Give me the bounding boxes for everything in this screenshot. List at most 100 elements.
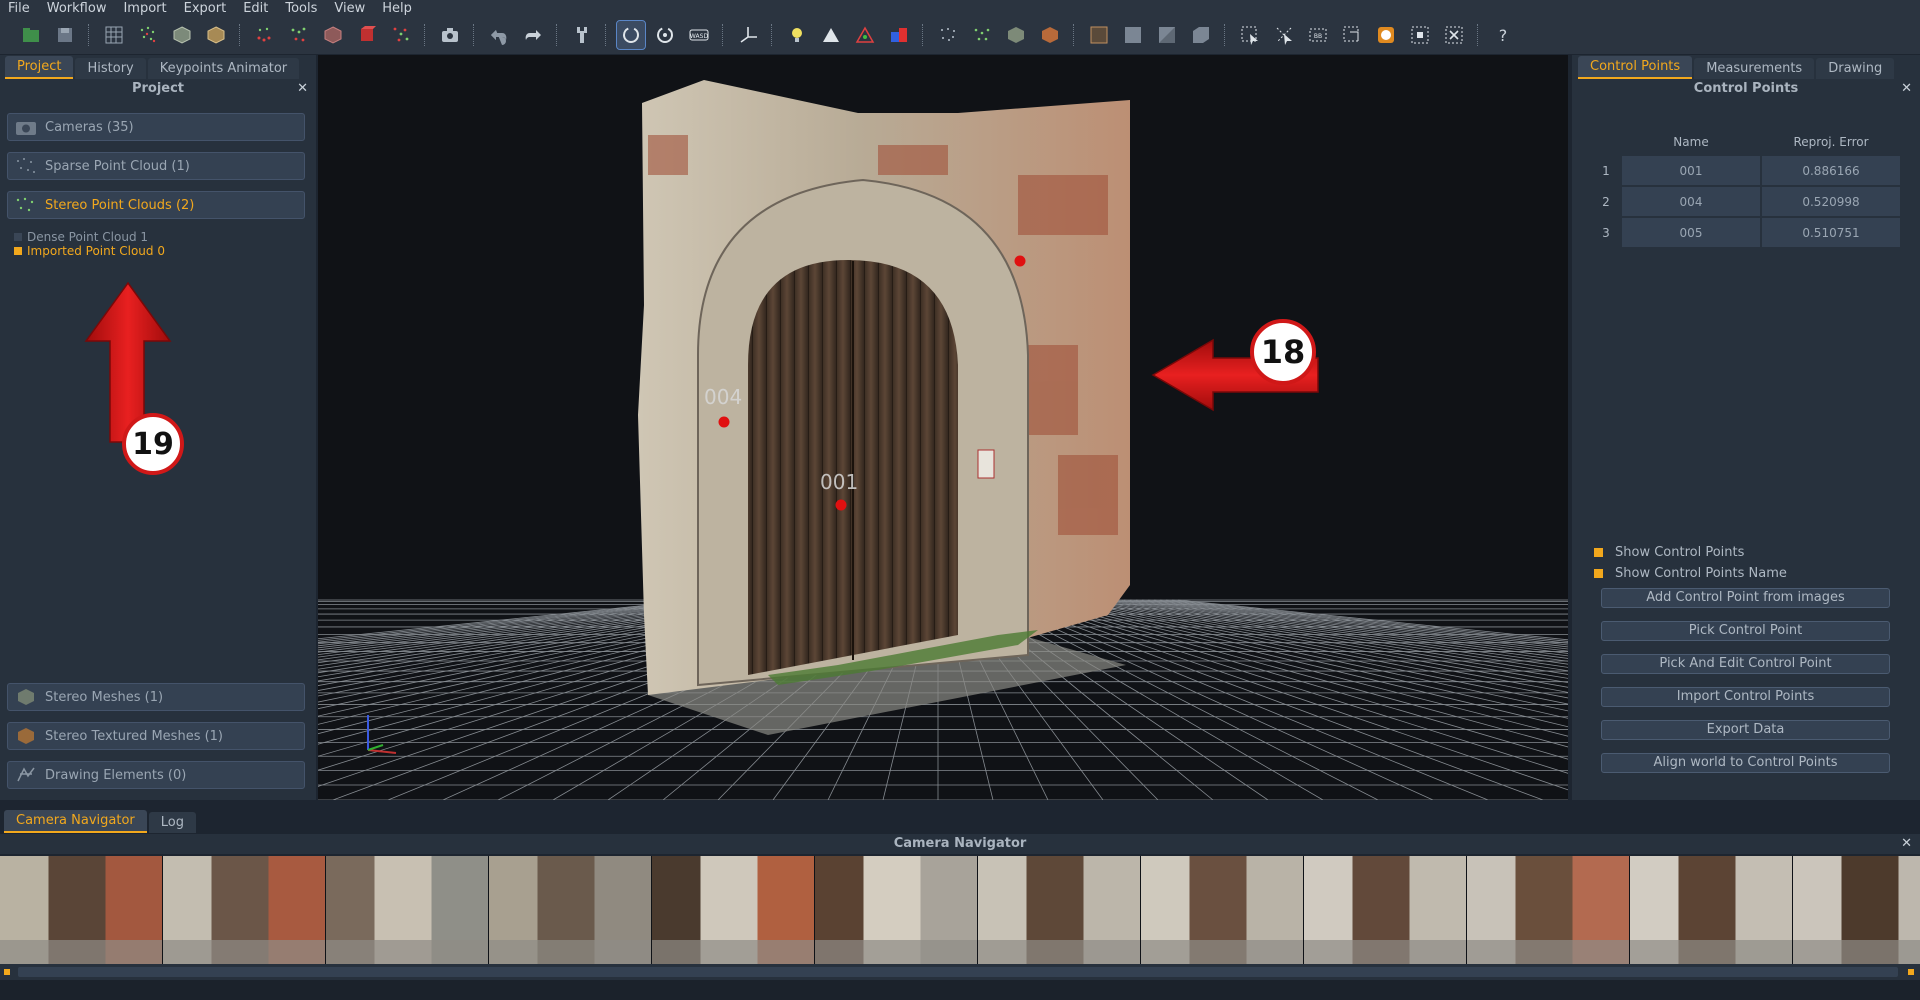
menu-export[interactable]: Export [176,1,236,16]
camera-thumbnail[interactable] [326,856,488,964]
mesh-icon[interactable] [168,21,196,49]
lasso-icon[interactable] [1338,21,1366,49]
checkbox-checked-icon[interactable] [1594,569,1603,578]
tab-measurements[interactable]: Measurements [1694,58,1815,79]
dense-point-cloud-item[interactable]: Dense Point Cloud 1 [14,230,148,244]
view-front-icon[interactable] [1119,21,1147,49]
camera-thumbnail[interactable] [1141,856,1303,964]
reproj-error[interactable]: 0.510751 [1762,218,1900,247]
camera-icon[interactable] [436,21,464,49]
control-point-004[interactable] [718,416,730,428]
cube-red-icon[interactable] [353,21,381,49]
shading-icon[interactable] [817,21,845,49]
visibility-checkbox[interactable] [14,233,22,241]
point-name[interactable]: 004 [1622,187,1760,216]
pick-and-edit-control-point-button[interactable]: Pick And Edit Control Point [1601,654,1890,674]
point-name[interactable]: 001 [1622,156,1760,185]
3d-viewport[interactable]: 004 001 18 [318,55,1568,800]
sparse-cloud-icon[interactable] [134,21,162,49]
camera-thumbnail[interactable] [1304,856,1466,964]
select-alt-icon[interactable] [1270,21,1298,49]
tab-project[interactable]: Project [5,56,74,79]
filmstrip-scrollbar[interactable] [0,964,1920,980]
tab-drawing[interactable]: Drawing [1816,58,1895,79]
points-green-icon[interactable] [968,21,996,49]
light-icon[interactable] [783,21,811,49]
cameras-item[interactable]: Cameras (35) [7,113,305,141]
camera-thumbnail[interactable] [978,856,1140,964]
stereo-point-clouds-item[interactable]: Stereo Point Clouds (2) [7,191,305,219]
column-name[interactable]: Name [1622,130,1760,154]
stereo-textured-meshes-item[interactable]: Stereo Textured Meshes (1) [7,722,305,750]
redo-icon[interactable] [519,21,547,49]
rotate-icon[interactable] [651,21,679,49]
export-data-button[interactable]: Export Data [1601,720,1890,740]
cloud-red-icon[interactable] [251,21,279,49]
camera-thumbnail[interactable] [0,856,162,964]
import-control-points-button[interactable]: Import Control Points [1601,687,1890,707]
menu-view[interactable]: View [326,1,374,16]
box-icon[interactable] [1002,21,1030,49]
camera-thumbnail[interactable] [163,856,325,964]
invert-selection-icon[interactable] [1406,21,1434,49]
table-row[interactable]: 2 004 0.520998 [1592,187,1900,216]
table-row[interactable]: 3 005 0.510751 [1592,218,1900,247]
control-point-005[interactable] [1014,255,1026,267]
camera-thumbnail[interactable] [1630,856,1792,964]
show-control-points-name-checkbox[interactable]: Show Control Points Name [1594,566,1787,581]
close-icon[interactable]: ✕ [1901,834,1912,854]
pick-control-point-button[interactable]: Pick Control Point [1601,621,1890,641]
drawing-elements-item[interactable]: Drawing Elements (0) [7,761,305,789]
cloud-filter-icon[interactable] [387,21,415,49]
control-point-001[interactable] [835,499,847,511]
select-all-icon[interactable] [1372,21,1400,49]
reproj-error[interactable]: 0.886166 [1762,156,1900,185]
close-icon[interactable]: ✕ [1901,79,1912,99]
scrollbar-track[interactable] [18,967,1898,977]
stereo-meshes-item[interactable]: Stereo Meshes (1) [7,683,305,711]
camera-thumbnail[interactable] [489,856,651,964]
view-side-icon[interactable] [1153,21,1181,49]
normals-icon[interactable] [851,21,879,49]
add-control-point-from-images-button[interactable]: Add Control Point from images [1601,588,1890,608]
cloud-green-icon[interactable] [285,21,313,49]
menu-import[interactable]: Import [115,1,175,16]
menu-file[interactable]: File [0,1,39,16]
sparse-point-cloud-item[interactable]: Sparse Point Cloud (1) [7,152,305,180]
camera-thumbnail[interactable] [815,856,977,964]
tab-log[interactable]: Log [148,812,196,833]
align-world-button[interactable]: Align world to Control Points [1601,753,1890,773]
undo-icon[interactable] [485,21,513,49]
close-icon[interactable]: ✕ [297,79,308,99]
menu-workflow[interactable]: Workflow [39,1,116,16]
reproj-error[interactable]: 0.520998 [1762,187,1900,216]
menu-help[interactable]: Help [374,1,421,16]
table-row[interactable]: 1 001 0.886166 [1592,156,1900,185]
camera-thumbnail[interactable] [1793,856,1920,964]
help-icon[interactable]: ? [1489,21,1517,49]
tab-history[interactable]: History [75,58,146,79]
menu-tools[interactable]: Tools [277,1,326,16]
grid-icon[interactable] [100,21,128,49]
delete-selection-icon[interactable] [1440,21,1468,49]
textured-mesh-icon[interactable] [202,21,230,49]
select-sub-icon[interactable]: BB [1304,21,1332,49]
show-control-points-checkbox[interactable]: Show Control Points [1594,545,1744,560]
color-icon[interactable] [885,21,913,49]
frame-icon[interactable] [1085,21,1113,49]
mesh-red-icon[interactable] [319,21,347,49]
checkbox-checked-icon[interactable] [1594,548,1603,557]
orbit-icon[interactable] [616,20,646,50]
column-reproj-error[interactable]: Reproj. Error [1762,130,1900,154]
tab-camera-navigator[interactable]: Camera Navigator [4,810,147,833]
points-icon[interactable] [934,21,962,49]
visibility-checkbox[interactable] [14,247,22,255]
tab-control-points[interactable]: Control Points [1578,56,1693,79]
tab-keypoints-animator[interactable]: Keypoints Animator [147,58,300,79]
axes-icon[interactable] [734,21,762,49]
menu-edit[interactable]: Edit [235,1,277,16]
imported-point-cloud-item[interactable]: Imported Point Cloud 0 [14,244,165,258]
select-icon[interactable] [1236,21,1264,49]
point-name[interactable]: 005 [1622,218,1760,247]
view-top-icon[interactable] [1187,21,1215,49]
